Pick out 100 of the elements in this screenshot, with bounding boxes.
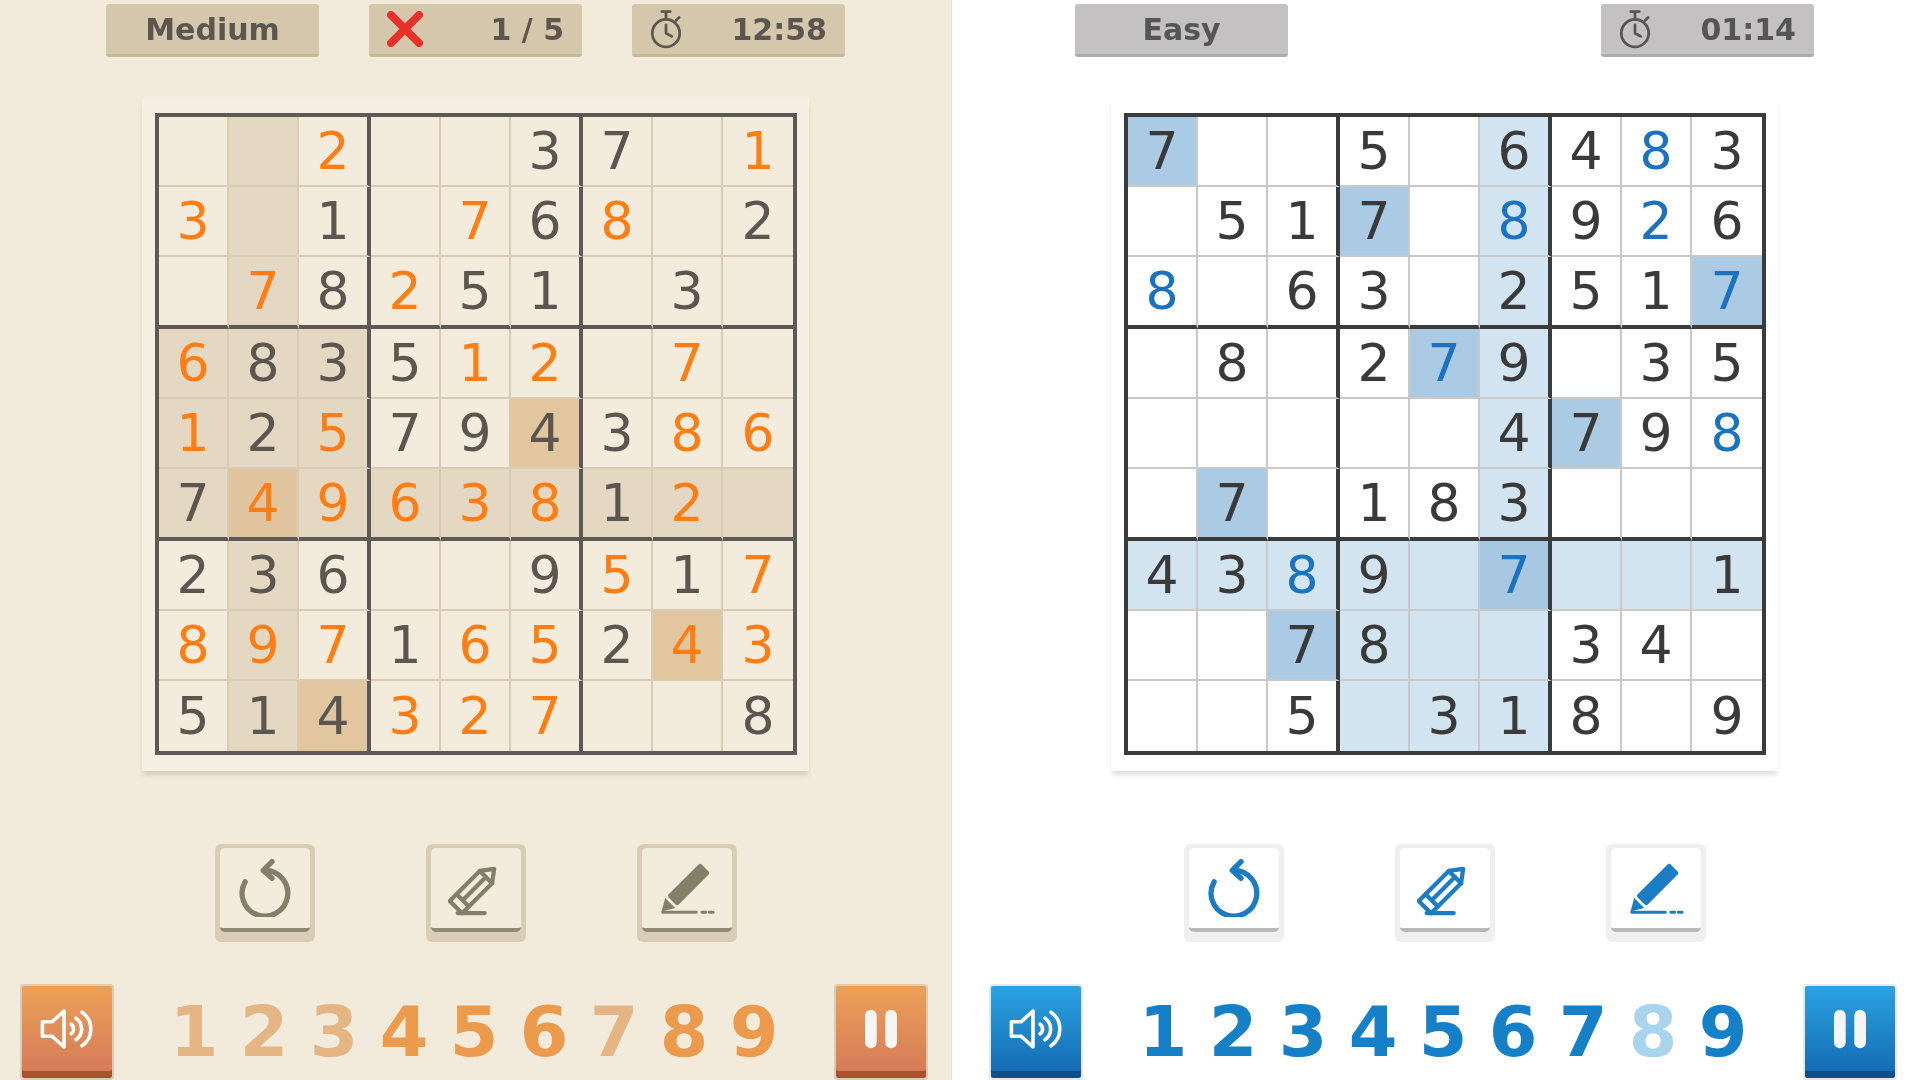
sudoku-cell[interactable]: 1 — [1480, 681, 1552, 751]
sudoku-cell[interactable]: 1 — [299, 187, 371, 257]
sudoku-cell[interactable]: 7 — [1552, 399, 1622, 469]
sudoku-cell[interactable]: 4 — [1622, 611, 1692, 681]
sudoku-cell[interactable]: 9 — [1622, 399, 1692, 469]
sudoku-cell[interactable]: 2 — [229, 399, 299, 469]
sudoku-cell[interactable]: 6 — [511, 187, 583, 257]
sudoku-cell[interactable]: 2 — [583, 611, 653, 681]
sudoku-cell[interactable]: 1 — [1622, 257, 1692, 329]
sudoku-cell[interactable]: 4 — [1480, 399, 1552, 469]
sudoku-cell[interactable]: 3 — [1410, 681, 1480, 751]
sudoku-cell[interactable]: 8 — [299, 257, 371, 329]
sudoku-cell[interactable]: 9 — [1480, 329, 1552, 399]
sudoku-cell[interactable]: 8 — [1268, 541, 1340, 611]
sudoku-cell[interactable]: 2 — [1622, 187, 1692, 257]
sudoku-cell[interactable]: 8 — [723, 681, 793, 751]
sudoku-cell[interactable]: 5 — [371, 329, 441, 399]
sudoku-cell[interactable]: 3 — [229, 541, 299, 611]
sudoku-cell[interactable]: 7 — [1692, 257, 1762, 329]
sudoku-cell[interactable]: 3 — [1480, 469, 1552, 541]
sudoku-cell[interactable]: 3 — [299, 329, 371, 399]
sudoku-cell[interactable]: 7 — [1410, 329, 1480, 399]
sudoku-cell[interactable]: 8 — [229, 329, 299, 399]
sudoku-cell[interactable]: 9 — [1340, 541, 1410, 611]
stopwatch-icon — [1619, 9, 1651, 49]
sudoku-cell[interactable]: 1 — [653, 541, 723, 611]
sudoku-cell[interactable]: 3 — [653, 257, 723, 329]
sudoku-cell[interactable]: 9 — [441, 399, 511, 469]
sudoku-cell[interactable]: 5 — [1552, 257, 1622, 329]
sudoku-cell[interactable]: 6 — [1268, 257, 1340, 329]
sudoku-cell[interactable]: 8 — [1340, 611, 1410, 681]
digit-button[interactable]: 1 — [1128, 997, 1198, 1067]
pause-button[interactable] — [1803, 984, 1897, 1080]
sound-button[interactable] — [20, 984, 114, 1080]
sudoku-cell[interactable]: 1 — [371, 611, 441, 681]
sudoku-cell[interactable]: 7 — [1340, 187, 1410, 257]
sudoku-cell[interactable]: 3 — [1622, 329, 1692, 399]
sudoku-cell[interactable]: 5 — [159, 681, 229, 751]
sudoku-cell[interactable] — [1480, 611, 1552, 681]
pause-button[interactable] — [834, 984, 928, 1080]
sudoku-cell[interactable]: 6 — [299, 541, 371, 611]
digit-button[interactable]: 6 — [1478, 997, 1548, 1067]
sudoku-cell[interactable] — [723, 257, 793, 329]
sudoku-cell[interactable]: 8 — [1198, 329, 1268, 399]
sound-button[interactable] — [989, 984, 1083, 1080]
sudoku-cell[interactable]: 3 — [1552, 611, 1622, 681]
sudoku-cell[interactable]: 2 — [1480, 257, 1552, 329]
notes-button[interactable] — [1605, 844, 1706, 942]
sudoku-cell[interactable]: 7 — [583, 117, 653, 187]
sudoku-cell[interactable] — [1268, 329, 1340, 399]
sudoku-cell[interactable]: 5 — [1198, 187, 1268, 257]
sudoku-cell[interactable]: 8 — [1622, 117, 1692, 187]
sudoku-cell[interactable] — [723, 469, 793, 541]
sudoku-cell[interactable]: 7 — [1480, 541, 1552, 611]
sudoku-cell[interactable]: 3 — [583, 399, 653, 469]
sudoku-cell[interactable]: 4 — [299, 681, 371, 751]
sudoku-cell[interactable]: 6 — [1480, 117, 1552, 187]
sudoku-cell[interactable]: 7 — [1198, 469, 1268, 541]
digit-button[interactable]: 4 — [1338, 997, 1408, 1067]
sudoku-cell[interactable] — [1268, 469, 1340, 541]
sudoku-cell[interactable]: 4 — [1552, 117, 1622, 187]
sudoku-cell[interactable]: 7 — [1268, 611, 1340, 681]
sudoku-cell[interactable]: 8 — [1410, 469, 1480, 541]
sudoku-cell[interactable]: 1 — [1340, 469, 1410, 541]
sudoku-cell[interactable]: 2 — [1340, 329, 1410, 399]
sudoku-cell[interactable]: 8 — [1480, 187, 1552, 257]
digit-button[interactable]: 9 — [1688, 997, 1758, 1067]
sudoku-cell[interactable]: 9 — [1552, 187, 1622, 257]
sudoku-cell[interactable]: 3 — [1198, 541, 1268, 611]
erase-button[interactable] — [425, 844, 526, 942]
sudoku-cell[interactable]: 4 — [1128, 541, 1198, 611]
sudoku-cell[interactable]: 7 — [1128, 117, 1198, 187]
digit-button[interactable]: 7 — [1548, 997, 1618, 1067]
timer-text: 01:14 — [1700, 11, 1796, 47]
sudoku-cell[interactable]: 5 — [441, 257, 511, 329]
sudoku-cell[interactable]: 5 — [1340, 117, 1410, 187]
sudoku-cell[interactable]: 1 — [511, 257, 583, 329]
sudoku-cell[interactable]: 8 — [1128, 257, 1198, 329]
sudoku-cell[interactable]: 3 — [511, 117, 583, 187]
digit-button[interactable]: 5 — [1408, 997, 1478, 1067]
sudoku-cell[interactable]: 4 — [511, 399, 583, 469]
sudoku-cell[interactable]: 1 — [229, 681, 299, 751]
digit-button[interactable]: 2 — [1198, 997, 1268, 1067]
sudoku-cell[interactable]: 7 — [371, 399, 441, 469]
timer-text: 12:58 — [731, 11, 827, 47]
sudoku-cell[interactable]: 2 — [159, 541, 229, 611]
erase-button[interactable] — [1394, 844, 1495, 942]
undo-button[interactable] — [214, 844, 315, 942]
digit-button[interactable]: 3 — [1268, 997, 1338, 1067]
sudoku-cell[interactable] — [1268, 399, 1340, 469]
sudoku-cell[interactable]: 1 — [1268, 187, 1340, 257]
undo-button[interactable] — [1183, 844, 1284, 942]
sudoku-cell[interactable] — [1268, 117, 1340, 187]
sudoku-cell[interactable]: 1 — [1692, 541, 1762, 611]
sudoku-cell[interactable]: 2 — [723, 187, 793, 257]
sudoku-cell[interactable]: 9 — [511, 541, 583, 611]
notes-button[interactable] — [636, 844, 737, 942]
sudoku-cell[interactable]: 1 — [583, 469, 653, 541]
sudoku-cell[interactable]: 7 — [159, 469, 229, 541]
sudoku-cell[interactable]: 3 — [1340, 257, 1410, 329]
